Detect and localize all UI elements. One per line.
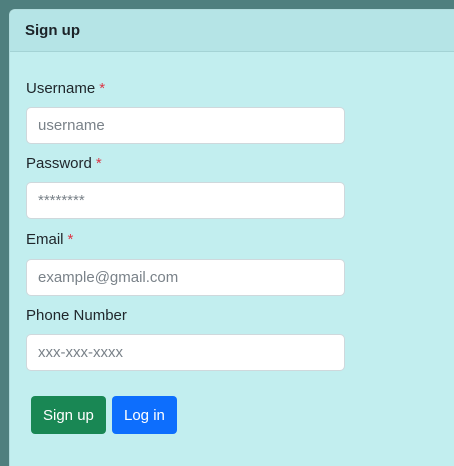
form-title: Sign up xyxy=(25,22,80,39)
phone-input[interactable] xyxy=(26,334,345,371)
username-label: Username * xyxy=(26,80,105,97)
password-label: Password * xyxy=(26,155,102,172)
required-marker: * xyxy=(67,231,74,248)
phone-label-text: Phone Number xyxy=(26,307,127,324)
password-label-text: Password xyxy=(26,155,92,172)
username-label-text: Username xyxy=(26,80,96,97)
username-input[interactable] xyxy=(26,107,345,144)
required-marker: * xyxy=(95,155,102,172)
email-input[interactable] xyxy=(26,259,345,296)
required-marker: * xyxy=(99,80,106,97)
signup-card: Sign up Username* Password* Email* Phone… xyxy=(9,9,454,466)
password-input[interactable] xyxy=(26,182,345,219)
card-header: Sign up xyxy=(10,10,454,52)
email-label-text: Email xyxy=(26,231,64,248)
signup-button[interactable]: Sign up xyxy=(31,396,106,434)
login-button[interactable]: Log in xyxy=(112,396,177,434)
phone-label: Phone Number xyxy=(26,307,127,324)
email-label: Email * xyxy=(26,231,73,248)
